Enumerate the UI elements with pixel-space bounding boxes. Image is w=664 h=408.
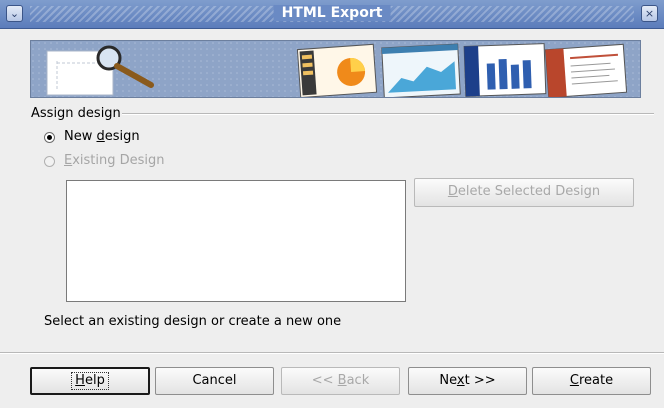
radio-unchecked-icon[interactable] [44,156,55,167]
design-listbox[interactable] [66,180,406,302]
footer-separator [0,352,664,354]
wizard-banner [30,40,641,98]
area-chart-icon [381,43,461,97]
close-icon[interactable]: × [641,5,658,22]
delete-selected-design-button[interactable]: Delete Selected Design [414,178,634,207]
existing-design-label: Existing Design [64,153,165,168]
new-design-label: New design [64,129,140,144]
group-divider [122,113,654,115]
document-icon [544,43,628,97]
help-button[interactable]: Help [30,367,150,395]
chevron-down-icon[interactable]: ⌄ [6,5,23,22]
cancel-button[interactable]: Cancel [155,367,274,395]
create-button[interactable]: Create [532,367,651,395]
assign-design-label: Assign design [31,106,121,121]
pie-chart-icon [296,43,378,97]
next-button[interactable]: Next >> [408,367,527,395]
back-button[interactable]: << Back [281,367,400,395]
bar-chart-icon [463,43,547,97]
radio-checked-icon[interactable] [44,132,55,143]
hint-text: Select an existing design or create a ne… [44,314,342,329]
banner-illustration [31,41,640,97]
focus-ring: Help [71,372,109,390]
title-bar[interactable]: ⌄ HTML Export × [0,0,664,29]
window-title: HTML Export [273,5,391,21]
